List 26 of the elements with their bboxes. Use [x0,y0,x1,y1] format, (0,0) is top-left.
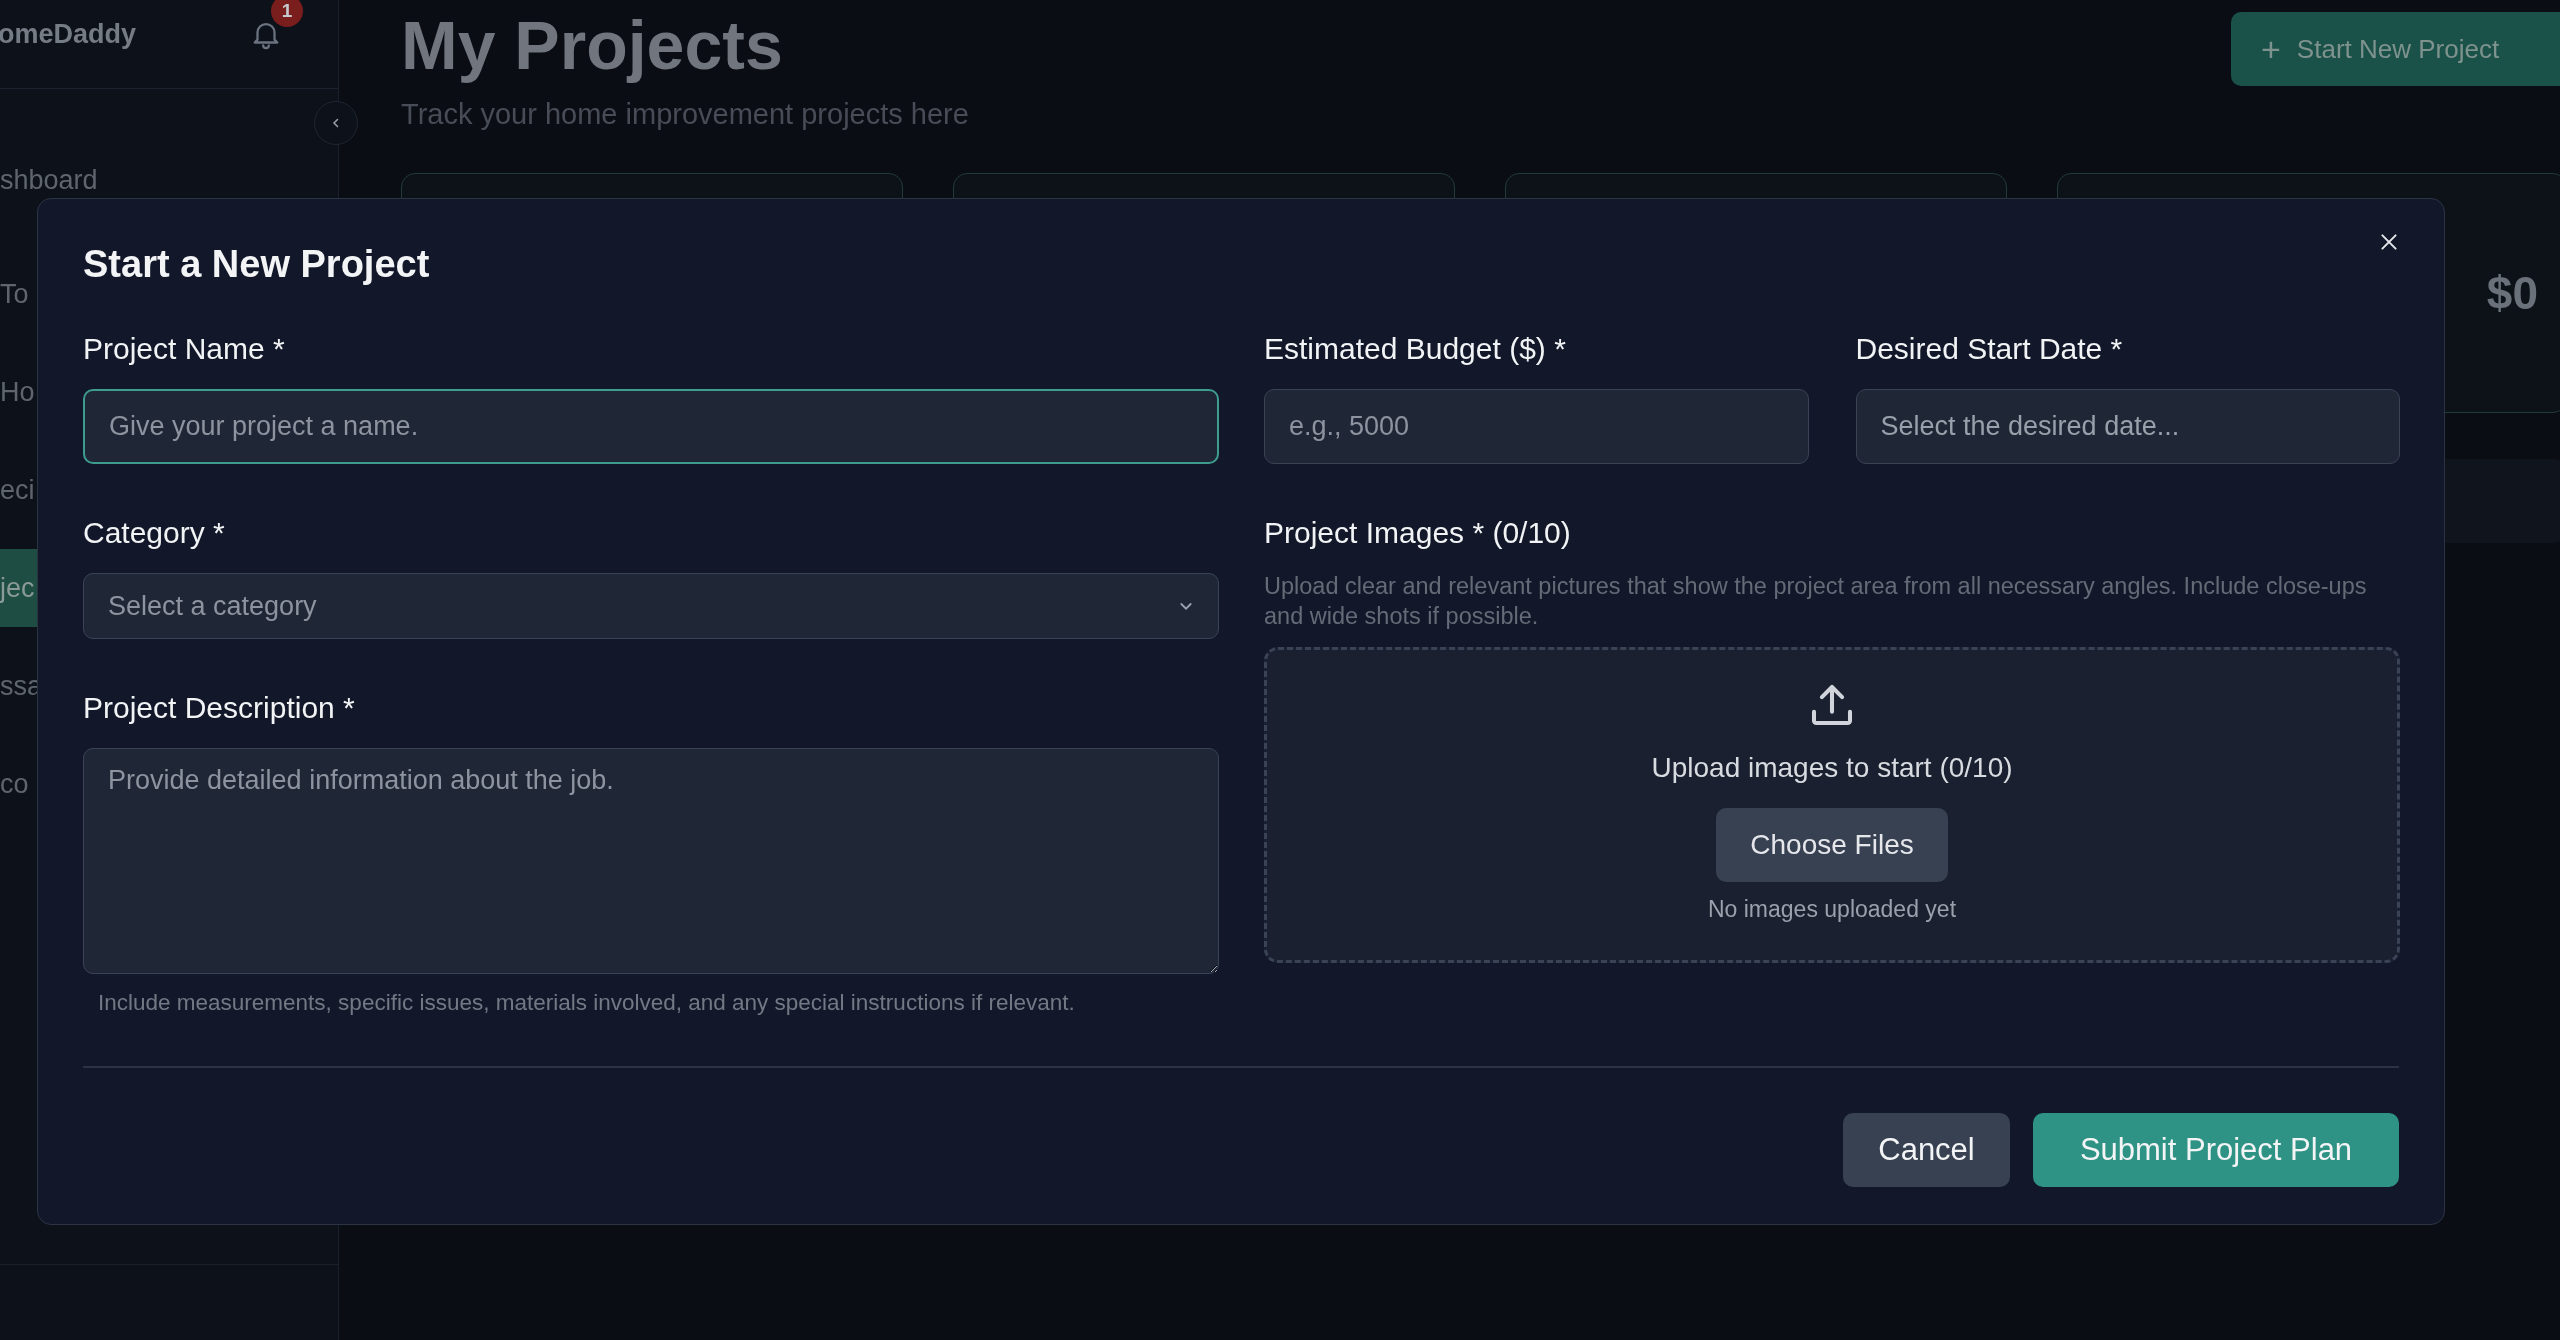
field-label: Project Images * (0/10) [1264,516,1572,550]
date-field[interactable]: Select the desired date... [1855,389,2400,464]
notification-badge: 1 [271,0,303,27]
cancel-button[interactable]: Cancel [1843,1113,2010,1187]
submit-button[interactable]: Submit Project Plan [2033,1113,2399,1187]
description-field[interactable]: Provide detailed information about the job. [83,748,1219,974]
field-label: Category * [83,516,226,550]
empty-state-text: No images uploaded yet [1707,896,1957,923]
field-hint: Include measurements, specific issues, materials involved, and any special instructions if relevant. [98,990,1076,1016]
dialog-title: Start a New Project [83,243,431,286]
page-title: My Projects [401,6,784,84]
field-label: Project Description * [83,691,356,725]
close-icon[interactable] [2378,231,2400,253]
field-label: Desired Start Date * [1855,332,2124,366]
category-dropdown[interactable]: Select a category [83,573,1219,639]
upload-help-text: Upload clear and relevant pictures that show the project area from all necessary angles. Include close-ups and wide shots if possible. [1264,572,2368,631]
start-new-project-button[interactable]: + Start New Project [2231,12,2560,86]
text-field[interactable]: e.g., 5000 [1264,389,1809,464]
upload-dropzone[interactable]: Upload images to start (0/10) Choose Files No images uploaded yet [1264,647,2400,963]
field-label: Project Name * [83,332,286,366]
choose-files-button[interactable]: Choose Files [1716,808,1948,882]
stat-value: $0 [2486,266,2538,320]
page-subtitle: Track your home improvement projects here [401,98,969,131]
field-label: Estimated Budget ($) * [1264,332,1567,366]
upload-prompt: Upload images to start (0/10) [1651,752,2013,784]
text-field[interactable]: Give your project a name. [83,389,1219,464]
